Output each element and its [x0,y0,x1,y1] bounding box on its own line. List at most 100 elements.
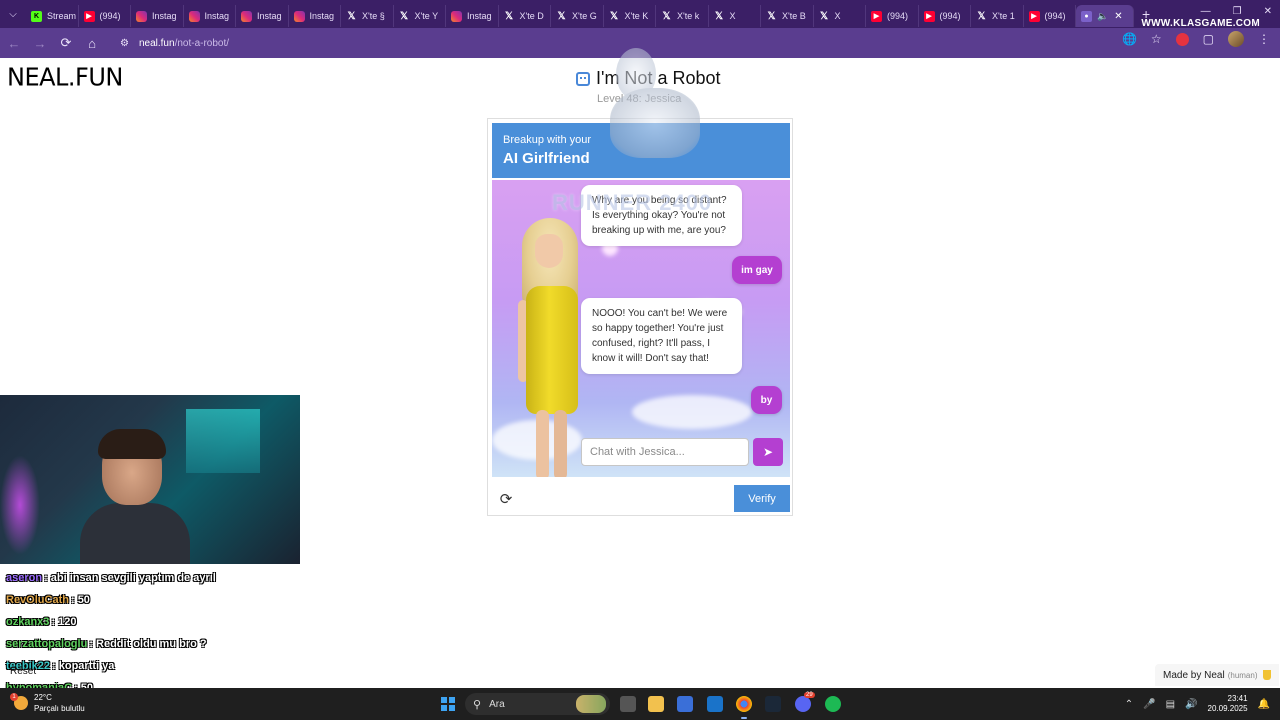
browser-tab[interactable]: 𝕏X [814,5,866,27]
browser-tab-label: X'te K [624,11,649,21]
forward-arrow-icon[interactable]: → [28,31,52,55]
outlook-icon[interactable] [707,696,723,712]
stream-chat-line: ozkanx3: 120 [6,611,306,633]
instagram-icon [293,10,305,22]
browser-tab[interactable]: Instag [184,5,236,27]
home-icon[interactable]: ⌂ [80,31,104,55]
made-by-badge[interactable]: Made by Neal (human) [1155,664,1279,686]
captcha-widget: Breakup with your AI Girlfriend Why are … [487,118,793,516]
tab-search-chevron-icon[interactable]: ⌵ [0,0,26,28]
weather-desc: Parçalı bulutlu [34,704,85,713]
browser-tab-label: X'te Y [414,11,439,21]
browser-tab-label: (994) [939,11,961,21]
browser-tab[interactable]: ▶ (994) [79,5,131,27]
tab-list: K Stream ▶ (994) Instag Instag Instag Instag 𝕏 X'… [26,0,1076,28]
browser-tab-label: X'te § [362,11,385,21]
site-info-icon[interactable]: ⚙ [120,38,129,49]
user-message-bubble: by [751,386,782,414]
verify-button[interactable]: Verify [734,485,790,512]
browser-tab[interactable]: 𝕏 X'te k [656,5,709,27]
site-logo[interactable]: NEAL.FUN [7,62,123,91]
stream-chat-username: RevOluCath [6,594,69,606]
more-menu-icon[interactable]: ⋮ [1258,32,1270,46]
address-bar[interactable]: ⚙ neal.fun/not-a-robot/ [112,31,1112,55]
send-button[interactable]: ➤ [753,438,783,466]
browser-tab[interactable]: Instag [236,5,289,27]
instagram-icon [136,10,147,22]
microphone-icon[interactable]: 🎤 [1143,699,1155,710]
browser-tab[interactable]: 𝕏 X'te 1 [971,5,1024,27]
task-view-icon[interactable] [620,696,636,712]
weather-sun-icon: 1 [10,693,28,710]
translate-icon[interactable]: 🌐 [1122,32,1137,46]
browser-tab[interactable]: 𝕏 X'te D [499,5,551,27]
browser-tab-label: Instag [257,11,282,21]
discord-icon[interactable]: 29 [795,692,815,712]
trophy-icon [1262,670,1271,680]
tray-chevron-up-icon[interactable]: ⌃ [1125,699,1133,710]
ai-message-bubble: NOOO! You can't be! We were so happy tog… [581,298,742,374]
refresh-icon[interactable]: ⟳ [498,491,514,508]
back-arrow-icon[interactable]: ← [2,31,26,55]
tab-close-icon[interactable]: ✕ [1114,11,1122,22]
browser-tab[interactable]: ▶ (994) [1024,5,1076,27]
captcha-heading: AI Girlfriend [503,150,590,167]
browser-tab[interactable]: 𝕏 X'te K [604,5,656,27]
browser-tab-label: X'te 1 [992,11,1015,21]
store-icon[interactable] [677,696,693,712]
taskbar-search[interactable]: ⚲ Ara [465,693,610,715]
browser-tab[interactable]: Instag [131,5,184,27]
file-explorer-icon[interactable] [648,696,664,712]
send-paper-plane-icon: ➤ [762,445,774,459]
browser-tab[interactable]: 𝕏 X'te Y [394,5,446,27]
restore-icon[interactable]: ❐ [1233,6,1242,17]
level-label: Level 48: Jessica [597,93,682,105]
windows-start-icon[interactable] [441,697,455,711]
streamer-webcam [0,395,300,564]
extension-red-icon[interactable] [1175,32,1189,46]
browser-toolbar: ← → ⟳ ⌂ ⚙ neal.fun/not-a-robot/ 🌐 ☆ ▢ ⋮ [0,28,1280,58]
made-by-text: Made by Neal [1163,669,1225,681]
browser-tab[interactable]: ▶ (994) [866,5,919,27]
window-close-icon[interactable]: ✕ [1264,6,1272,17]
notification-bell-icon[interactable]: 🔔 [1258,699,1270,710]
chrome-icon[interactable] [736,696,752,719]
steam-icon[interactable] [765,696,781,712]
browser-tab[interactable]: 𝕏 X'te § [341,5,394,27]
browser-tab[interactable]: 𝕏X [709,5,761,27]
weather-widget[interactable]: 1 22°C Parçalı bulutlu [10,692,85,714]
profile-avatar[interactable] [1228,31,1244,47]
spotify-icon[interactable] [825,696,841,712]
stream-chat-message: : abi insan sevgili yaptım de ayrıl [44,572,216,584]
browser-tab-label: Stream [47,11,77,21]
browser-tab-label: X'te k [677,11,700,21]
browser-tab-label: Instag [309,11,335,21]
browser-tab[interactable]: ▶ (994) [919,5,971,27]
x-icon: 𝕏 [557,10,566,22]
x-icon: 𝕏 [819,10,829,22]
chat-input[interactable] [581,438,749,466]
volume-icon[interactable]: 🔊 [1185,699,1197,710]
page-title-block: I'm Not a Robot [576,68,721,89]
stream-chat-message: : 120 [51,616,77,628]
browser-tab-label: X'te G [572,11,597,21]
clock-date: 20.09.2025 [1207,704,1248,713]
minimize-icon[interactable]: — [1201,6,1211,17]
system-clock[interactable]: 23:41 20.09.2025 [1208,694,1248,714]
reload-icon[interactable]: ⟳ [54,31,78,55]
browser-tab-label: X'te B [782,11,806,21]
cloud-decoration [632,395,752,429]
browser-tab[interactable]: K Stream [26,5,79,27]
browser-tab[interactable]: 𝕏 X'te G [551,5,604,27]
network-icon[interactable]: ▤ [1166,699,1175,710]
tab-active-neal-fun[interactable]: ● 🔈 ✕ [1076,5,1134,27]
bookmark-star-icon[interactable]: ☆ [1151,32,1162,46]
speaker-icon[interactable]: 🔈 [1097,11,1108,22]
browser-tab[interactable]: Instag [446,5,499,27]
browser-tab[interactable]: Instag [289,5,341,27]
x-icon: 𝕏 [662,10,671,22]
captcha-header: Breakup with your AI Girlfriend [492,123,790,178]
extensions-puzzle-icon[interactable]: ▢ [1203,32,1214,46]
reset-link[interactable]: Reset [10,666,36,677]
browser-tab[interactable]: 𝕏 X'te B [761,5,814,27]
